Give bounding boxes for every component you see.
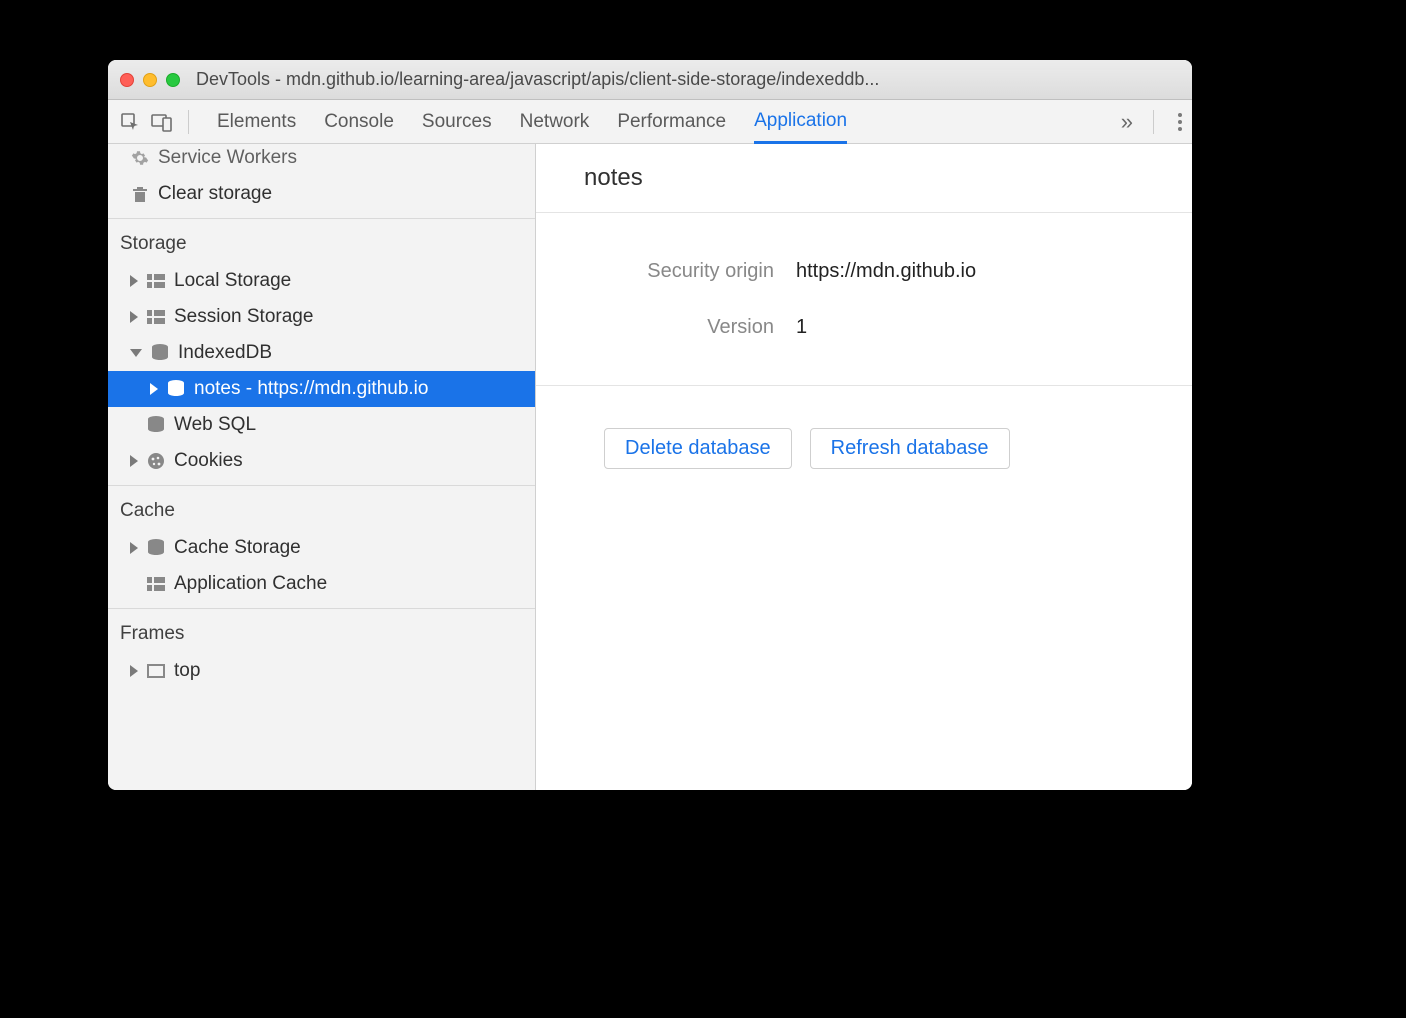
chevron-right-icon: [130, 275, 138, 287]
sidebar-item-cookies[interactable]: Cookies: [108, 443, 535, 479]
more-tabs-icon[interactable]: »: [1121, 109, 1129, 135]
sidebar-label: notes - https://mdn.github.io: [194, 378, 428, 400]
info-row-origin: Security origin https://mdn.github.io: [536, 243, 1192, 299]
gear-icon: [130, 148, 150, 168]
sidebar-label: Clear storage: [158, 183, 272, 205]
database-icon: [146, 538, 166, 558]
tab-console[interactable]: Console: [324, 100, 394, 143]
sidebar-item-session-storage[interactable]: Session Storage: [108, 299, 535, 335]
trash-icon: [130, 184, 150, 204]
chevron-down-icon: [130, 349, 142, 357]
chevron-right-icon: [150, 383, 158, 395]
database-info: Security origin https://mdn.github.io Ve…: [536, 213, 1192, 386]
origin-value: https://mdn.github.io: [796, 260, 976, 283]
application-sidebar: Service Workers Clear storage Storage Lo…: [108, 144, 536, 790]
frame-icon: [146, 661, 166, 681]
window-titlebar: DevTools - mdn.github.io/learning-area/j…: [108, 60, 1192, 100]
settings-menu-icon[interactable]: [1178, 113, 1182, 131]
info-row-version: Version 1: [536, 299, 1192, 355]
devtools-toolbar: Elements Console Sources Network Perform…: [108, 100, 1192, 144]
sidebar-heading-frames: Frames: [108, 608, 535, 653]
grid-icon: [146, 574, 166, 594]
version-label: Version: [536, 316, 796, 339]
window-title: DevTools - mdn.github.io/learning-area/j…: [196, 69, 1180, 90]
sidebar-label: Web SQL: [174, 414, 256, 436]
tab-performance[interactable]: Performance: [617, 100, 726, 143]
toolbar-divider: [1153, 110, 1154, 134]
chevron-right-icon: [130, 542, 138, 554]
cookie-icon: [146, 451, 166, 471]
panel-tabs: Elements Console Sources Network Perform…: [217, 100, 847, 143]
application-panel: Service Workers Clear storage Storage Lo…: [108, 144, 1192, 790]
grid-icon: [146, 307, 166, 327]
sidebar-label: Session Storage: [174, 306, 313, 328]
window-controls: [120, 73, 180, 87]
sidebar-item-web-sql[interactable]: Web SQL: [108, 407, 535, 443]
chevron-right-icon: [130, 455, 138, 467]
toolbar-right: »: [1121, 109, 1182, 135]
tab-network[interactable]: Network: [520, 100, 590, 143]
sidebar-label: Cookies: [174, 450, 243, 472]
grid-icon: [146, 271, 166, 291]
refresh-database-button[interactable]: Refresh database: [810, 428, 1010, 469]
origin-label: Security origin: [536, 260, 796, 283]
sidebar-label: Application Cache: [174, 573, 327, 595]
minimize-window-button[interactable]: [143, 73, 157, 87]
sidebar-item-local-storage[interactable]: Local Storage: [108, 263, 535, 299]
sidebar-item-top-frame[interactable]: top: [108, 653, 535, 689]
close-window-button[interactable]: [120, 73, 134, 87]
sidebar-item-notes-db[interactable]: notes - https://mdn.github.io: [108, 371, 535, 407]
sidebar-label: Service Workers: [158, 147, 297, 169]
sidebar-label: top: [174, 660, 200, 682]
delete-database-button[interactable]: Delete database: [604, 428, 792, 469]
database-icon: [150, 343, 170, 363]
inspect-element-icon[interactable]: [118, 110, 142, 134]
sidebar-item-indexeddb[interactable]: IndexedDB: [108, 335, 535, 371]
sidebar-label: Local Storage: [174, 270, 291, 292]
database-icon: [146, 415, 166, 435]
sidebar-item-service-workers[interactable]: Service Workers: [108, 144, 535, 176]
sidebar-label: Cache Storage: [174, 537, 301, 559]
database-name: notes: [536, 144, 1192, 213]
device-toolbar-icon[interactable]: [150, 110, 174, 134]
chevron-right-icon: [130, 665, 138, 677]
devtools-window: DevTools - mdn.github.io/learning-area/j…: [108, 60, 1192, 790]
tab-sources[interactable]: Sources: [422, 100, 492, 143]
database-icon: [166, 379, 186, 399]
database-details: notes Security origin https://mdn.github…: [536, 144, 1192, 790]
sidebar-item-application-cache[interactable]: Application Cache: [108, 566, 535, 602]
sidebar-item-cache-storage[interactable]: Cache Storage: [108, 530, 535, 566]
version-value: 1: [796, 316, 807, 339]
sidebar-item-clear-storage[interactable]: Clear storage: [108, 176, 535, 212]
chevron-right-icon: [130, 311, 138, 323]
sidebar-heading-cache: Cache: [108, 485, 535, 530]
tab-elements[interactable]: Elements: [217, 100, 296, 143]
sidebar-label: IndexedDB: [178, 342, 272, 364]
database-actions: Delete database Refresh database: [536, 386, 1192, 469]
tab-application[interactable]: Application: [754, 101, 847, 144]
toolbar-divider: [188, 110, 189, 134]
sidebar-heading-storage: Storage: [108, 218, 535, 263]
zoom-window-button[interactable]: [166, 73, 180, 87]
